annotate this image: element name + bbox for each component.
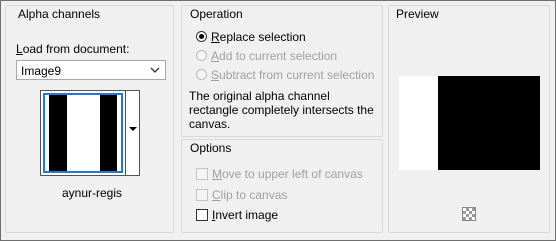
description-line-1: The original alpha channel <box>189 89 330 103</box>
clip-mnemonic: C <box>212 188 221 202</box>
clip-to-canvas-checkbox[interactable] <box>196 189 208 201</box>
preview-title: Preview <box>396 7 439 21</box>
thumbnail-dropdown-button[interactable] <box>126 90 140 176</box>
subtract-from-selection-label[interactable]: Subtract from current selection <box>211 68 374 82</box>
channel-thumbnail-selected <box>43 93 123 173</box>
clip-to-canvas-label[interactable]: Clip to canvas <box>212 188 287 202</box>
options-title: Options <box>190 141 232 155</box>
operation-title: Operation <box>190 7 243 21</box>
invert-image-checkbox[interactable] <box>196 209 208 221</box>
replace-selection-label[interactable]: Replace selection <box>211 30 306 44</box>
dropdown-arrow-icon <box>129 127 137 131</box>
invert-image-label[interactable]: Invert image <box>212 208 278 222</box>
replace-selection-radio[interactable] <box>196 31 207 42</box>
subtract-text: ubtract from current selection <box>219 68 375 82</box>
invert-text: nvert image <box>215 208 279 222</box>
thumbnail-black-bar-right <box>100 95 117 171</box>
move-to-upper-left-checkbox[interactable] <box>196 168 208 180</box>
move-to-upper-left-label[interactable]: Move to upper left of canvas <box>212 167 363 181</box>
add-mnemonic: A <box>211 49 220 63</box>
replace-mnemonic: R <box>211 30 220 44</box>
load-label-text: oad from document: <box>22 42 130 56</box>
document-dropdown-value: Image9 <box>21 64 62 78</box>
replace-text: eplace selection <box>219 30 306 44</box>
operation-description: The original alpha channel rectangle com… <box>189 89 379 131</box>
add-text: dd to current selection <box>219 49 338 63</box>
channel-name: aynur-regis <box>62 186 123 200</box>
load-from-document-label: Load from document: <box>16 42 129 56</box>
preview-black-region <box>438 76 540 170</box>
thumbnail-black-bar-left <box>49 95 67 171</box>
channel-thumbnail[interactable] <box>40 90 126 176</box>
move-text: ove to upper left of canvas <box>222 167 363 181</box>
clip-text: lip to canvas <box>220 188 288 202</box>
subtract-mnemonic: S <box>211 68 220 82</box>
description-line-3: canvas. <box>189 117 231 131</box>
add-to-selection-radio[interactable] <box>196 50 207 61</box>
document-dropdown[interactable]: Image9 <box>16 60 166 80</box>
chevron-down-icon <box>150 67 160 73</box>
add-to-selection-label[interactable]: Add to current selection <box>211 49 337 63</box>
radio-selected-dot <box>199 34 204 39</box>
subtract-from-selection-radio[interactable] <box>196 69 207 80</box>
transparency-toggle-icon[interactable] <box>462 207 476 221</box>
alpha-channels-title: Alpha channels <box>16 7 103 21</box>
load-label-mnemonic: L <box>16 42 23 56</box>
preview-image <box>399 76 540 170</box>
description-line-2: rectangle completely intersects the <box>189 103 374 117</box>
move-mnemonic: M <box>212 167 222 181</box>
